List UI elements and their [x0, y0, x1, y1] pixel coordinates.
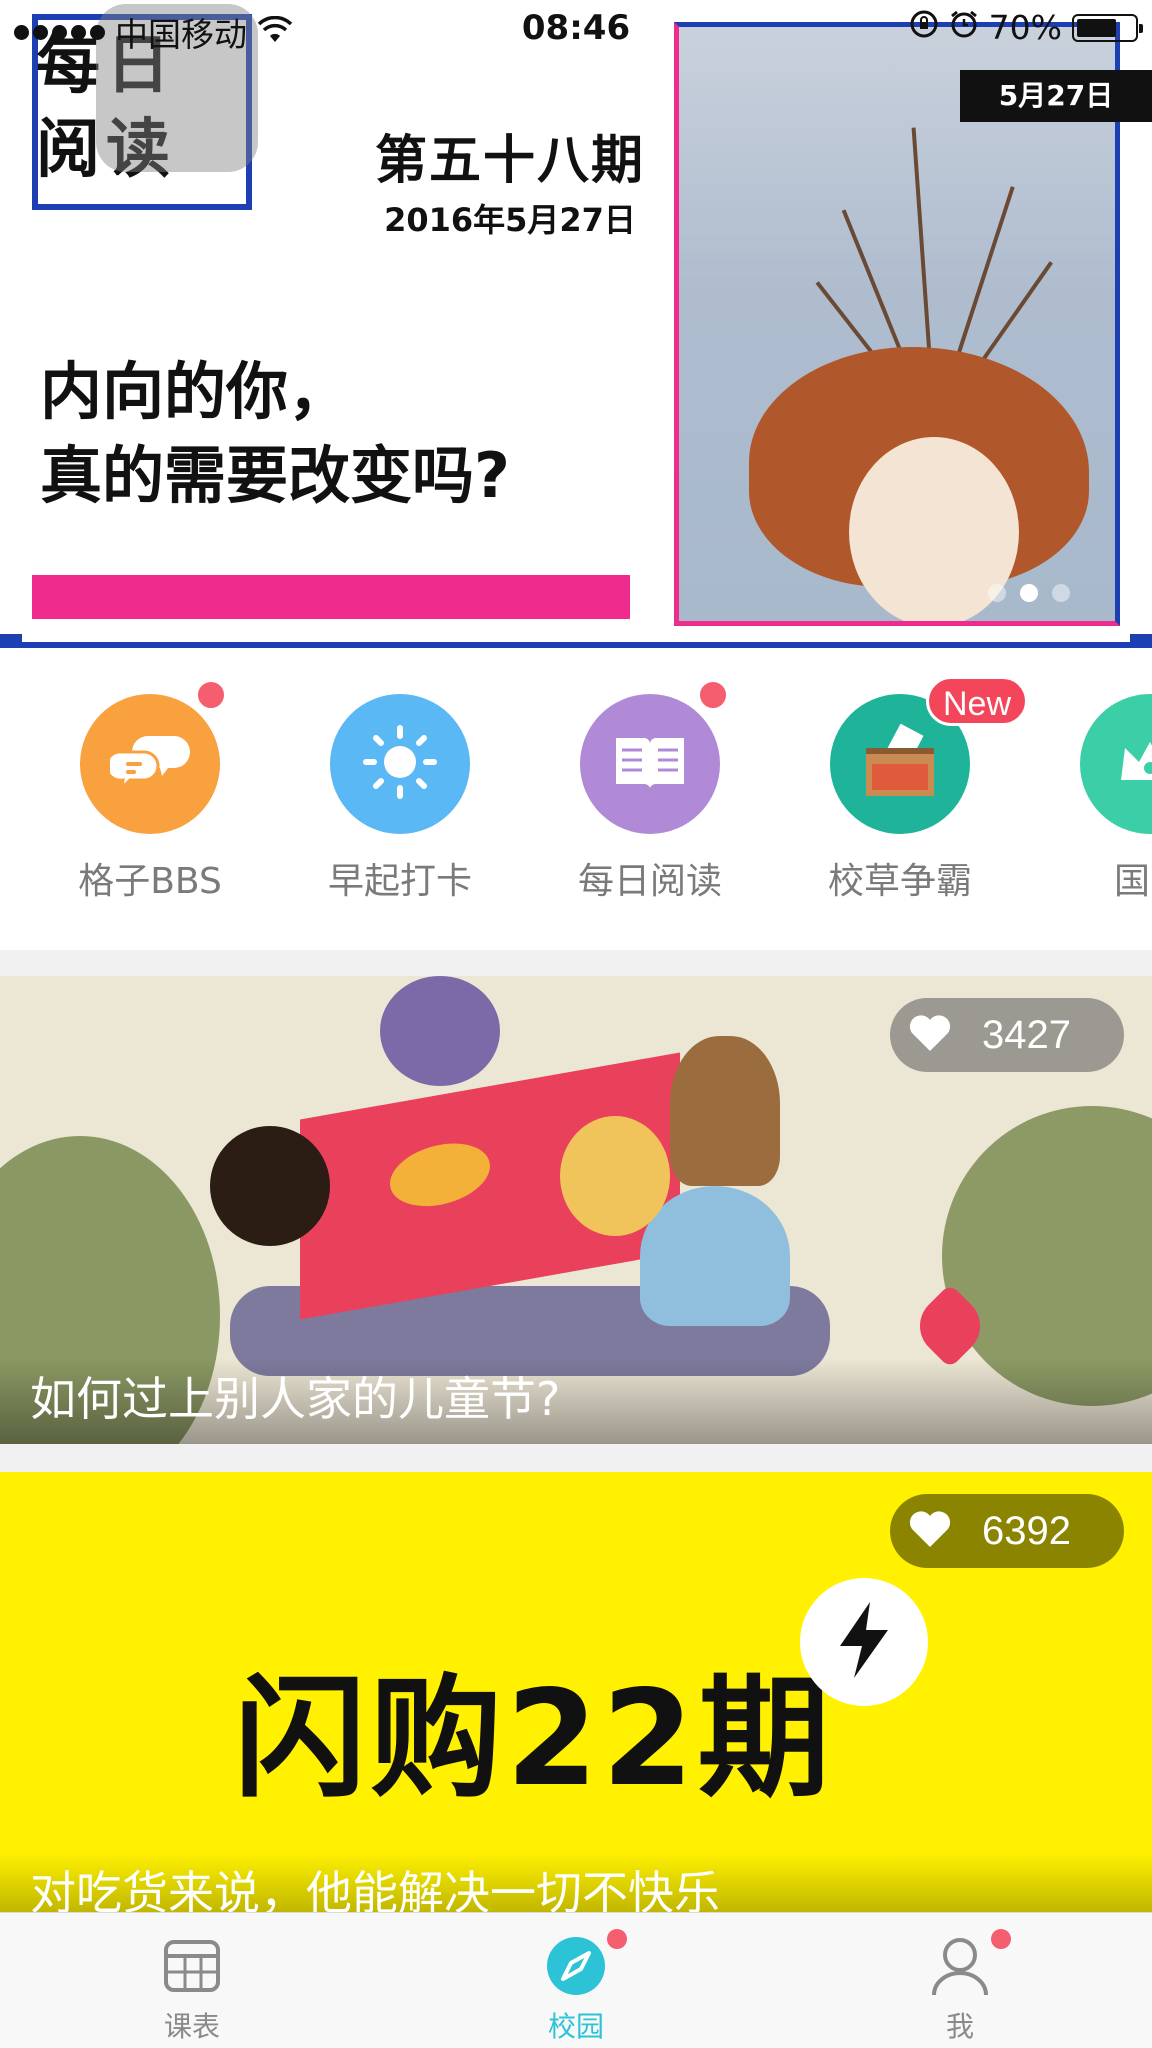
illustration-branches	[815, 117, 1053, 379]
feature-icon-bg	[580, 678, 730, 834]
illustration-shape	[380, 976, 500, 1086]
illustration-shape	[560, 1116, 670, 1236]
tab-label: 我	[945, 2010, 974, 2043]
section-divider	[0, 950, 1152, 976]
battery-icon	[1072, 13, 1143, 42]
chat-bubbles-icon	[104, 730, 190, 798]
heart-icon	[908, 1509, 952, 1553]
banner-issue-title: 第五十八期	[374, 131, 645, 191]
feature-label: 格子BBS	[78, 861, 222, 902]
me-tab-dot	[991, 1929, 1011, 1949]
rotation-lock-icon	[909, 8, 939, 47]
feature-icon-bg	[1080, 694, 1152, 834]
article-card[interactable]: 闪购22期 6392 对吃货来说，他能解决一切不快乐	[0, 1472, 1152, 1912]
vote-box-icon	[860, 723, 940, 804]
campus-tab-dot	[607, 1929, 627, 1949]
feature-icon-bg	[330, 694, 470, 834]
banner-headline-line2: 真的需要改变吗?	[40, 439, 510, 512]
lightning-icon	[832, 1600, 896, 1684]
sun-icon	[362, 724, 438, 804]
tab-label: 课表	[163, 2010, 220, 2043]
illustration-shape	[670, 1036, 780, 1186]
like-count: 3427	[982, 1012, 1071, 1057]
feature-label: 校草争霸	[827, 861, 972, 902]
status-right: 70%	[909, 8, 1143, 47]
feature-campus-vote[interactable]: New 校草争霸	[800, 676, 1029, 904]
lightning-badge	[800, 1578, 928, 1706]
banner-blue-line	[0, 634, 1152, 648]
banner-headline: 内向的你， 真的需要改变吗?	[40, 350, 510, 518]
new-badge: New	[926, 676, 1029, 726]
status-bar: 中国移动 08:46 70%	[0, 0, 1152, 58]
illustration-shape	[210, 1126, 330, 1246]
reading-red-dot	[696, 678, 730, 712]
alarm-icon	[949, 8, 979, 47]
person-icon	[929, 1929, 1011, 1997]
banner-issue-date: 2016年5月27日	[384, 201, 636, 239]
feature-icon-bg	[80, 678, 228, 834]
battery-fill	[1077, 18, 1117, 37]
feature-national[interactable]: 国民	[1050, 694, 1152, 904]
tab-me[interactable]: 我	[860, 1929, 1060, 2045]
page-dot-active	[1020, 584, 1038, 602]
banner-page-indicator	[988, 584, 1070, 602]
banner-pink-bar	[32, 575, 630, 619]
card-gap	[0, 1444, 1152, 1472]
heart-icon	[908, 1013, 952, 1057]
article-card[interactable]: 3427 如何过上别人家的儿童节?	[0, 976, 1152, 1444]
feature-daily-reading[interactable]: 每日阅读	[550, 678, 750, 904]
feature-early-checkin[interactable]: 早起打卡	[300, 694, 500, 904]
page-dot	[988, 584, 1006, 602]
illustration-shape	[640, 1186, 790, 1326]
like-count: 6392	[982, 1508, 1071, 1553]
like-counter[interactable]: 6392	[890, 1494, 1124, 1568]
card-title: 如何过上别人家的儿童节?	[0, 1358, 1152, 1444]
feature-shortcuts[interactable]: 格子BBS 早起打卡 每日阅读 New 校草争霸 国	[0, 660, 1152, 950]
feature-label: 早起打卡	[327, 861, 472, 902]
battery-percent: 70%	[988, 8, 1062, 47]
feature-label: 国民	[1113, 861, 1152, 902]
book-icon	[612, 732, 688, 796]
compass-icon	[545, 1929, 627, 1997]
banner-headline-line1: 内向的你，	[40, 355, 351, 428]
like-counter[interactable]: 3427	[890, 998, 1124, 1072]
card-title: 对吃货来说，他能解决一切不快乐	[0, 1852, 1152, 1912]
bbs-red-dot	[194, 678, 228, 712]
tab-label: 校园	[547, 2010, 604, 2043]
feature-label: 每日阅读	[577, 861, 722, 902]
page-dot	[1052, 584, 1070, 602]
feature-icon-bg: New	[830, 676, 1029, 834]
daily-reading-banner[interactable]: 每日 阅读 第五十八期 2016年5月27日 内向的你， 真的需要改变吗? 5月…	[0, 0, 1152, 650]
timetable-icon	[161, 1935, 223, 1997]
tab-campus[interactable]: 校园	[476, 1929, 676, 2045]
banner-date-badge: 5月27日	[960, 70, 1152, 122]
feature-bbs[interactable]: 格子BBS	[50, 678, 250, 904]
tab-timetable[interactable]: 课表	[92, 1935, 292, 2045]
bottom-tab-bar: 课表 校园 我	[0, 1912, 1152, 2048]
banner-issue: 第五十八期 2016年5月27日	[360, 118, 660, 241]
crown-icon	[1115, 732, 1152, 796]
flash-sale-title: 闪购22期	[234, 1662, 834, 1816]
